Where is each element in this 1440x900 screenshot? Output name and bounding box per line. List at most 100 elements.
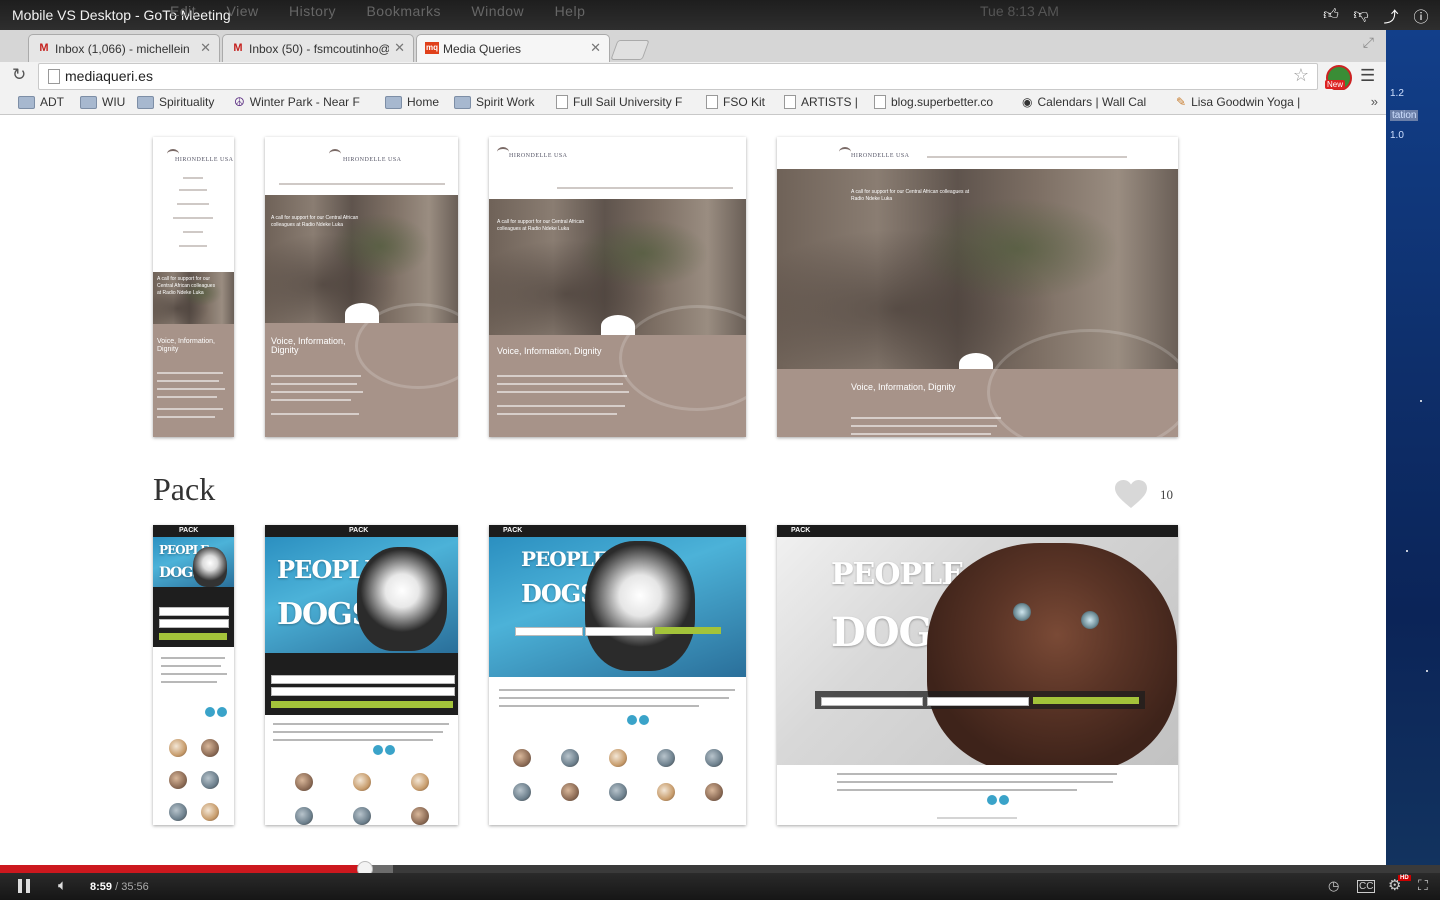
bookmarks-bar: ADT WIU Spirituality ☮ Winter Park - Near… [0, 90, 1386, 115]
volume-icon[interactable]: 🔈︎ [58, 877, 67, 894]
hirondelle-tagline: Voice, Information, Dignity [271, 336, 346, 355]
hd-badge: HD [1398, 875, 1411, 881]
pack-mobile-shot[interactable]: PACK PEOPLE DOGS [153, 525, 234, 825]
bookmark-spirit-work[interactable]: Spirit Work [454, 95, 534, 109]
tab-media-queries[interactable]: mq Media Queries ✕ [416, 34, 610, 63]
pack-navbar: PACK [777, 525, 1178, 537]
pack-logo: PACK [791, 527, 811, 534]
video-progress-bar[interactable] [0, 861, 1440, 877]
bookmark-home[interactable]: Home [385, 95, 439, 109]
bookmark-superbetter[interactable]: blog.superbetter.co [874, 95, 993, 109]
hirondelle-tagline: Voice, Information, Dignity [851, 382, 956, 392]
tab-label: Media Queries [443, 42, 522, 56]
page-content: HIRONDELLE USA A call for support for ou… [0, 115, 1386, 865]
tab-inbox-1[interactable]: M Inbox (1,066) - michellein ✕ [28, 34, 220, 63]
hirondelle-mobile-shot[interactable]: HIRONDELLE USA A call for support for ou… [153, 137, 234, 437]
bookmark-calendars[interactable]: ◉ Calendars | Wall Cal [1022, 95, 1146, 109]
pause-icon[interactable] [18, 879, 32, 893]
bookmark-fso-kit[interactable]: FSO Kit [706, 95, 765, 109]
like-count: 10 [1160, 487, 1173, 502]
like-icon[interactable]: 👍︎ [1322, 6, 1340, 27]
bookmark-label: blog.superbetter.co [891, 95, 994, 109]
ghost-menu-item: Edit [170, 3, 197, 19]
pack-navbar: PACK [153, 525, 234, 537]
hirondelle-laptop-shot[interactable]: HIRONDELLE USA A call for support for ou… [489, 137, 746, 437]
bookmark-wiu[interactable]: WIU [80, 95, 125, 109]
tab-inbox-2[interactable]: M Inbox (50) - fsmcoutinho@ ✕ [222, 34, 414, 63]
section-title-pack[interactable]: Pack [153, 471, 215, 508]
url-text[interactable]: mediaqueri.es [65, 68, 153, 84]
hirondelle-logo: HIRONDELLE USA [509, 153, 568, 159]
pack-tablet-shot[interactable]: PACK PEOPLE DOGS [265, 525, 458, 825]
media-queries-icon: mq [425, 42, 439, 54]
more-bookmarks-icon[interactable]: » [1371, 94, 1378, 109]
pack-navbar: PACK [489, 525, 746, 537]
pack-desktop-shot[interactable]: PACK PEOPLE DOGS [777, 525, 1178, 825]
close-icon[interactable]: ✕ [200, 40, 211, 56]
new-tab-button[interactable] [610, 40, 650, 60]
folder-icon [137, 95, 154, 109]
desktop-label: 1.0 [1390, 130, 1404, 141]
address-bar[interactable]: mediaqueri.es ☆ [38, 63, 1318, 90]
calendar-eye-icon: ◉ [1022, 95, 1033, 109]
hero-caption: A call for support for our Central Afric… [157, 276, 216, 296]
hero-text: PEOPLE [831, 557, 964, 592]
hirondelle-header: HIRONDELLE USA [153, 137, 234, 272]
page-icon [874, 95, 886, 109]
bookmark-label: FSO Kit [723, 95, 766, 109]
share-icon[interactable]: ⤴ [1382, 6, 1400, 27]
hamburger-menu-icon[interactable]: ☰ [1360, 66, 1375, 86]
reload-icon[interactable]: ↻ [12, 65, 26, 85]
captions-icon[interactable]: CC [1357, 880, 1376, 893]
bookmark-label: Full Sail University F [573, 95, 683, 109]
fullscreen-icon[interactable]: ⛶ [1418, 877, 1428, 894]
hirondelle-desktop-shot[interactable]: HIRONDELLE USA A call for support for ou… [777, 137, 1178, 437]
info-icon[interactable]: ⓘ [1412, 6, 1430, 27]
folder-icon [385, 95, 402, 109]
bookmark-label: Winter Park - Near F [249, 95, 360, 109]
heart-icon[interactable] [1114, 479, 1148, 509]
watch-later-icon[interactable]: ◷ [1328, 878, 1339, 894]
ghost-clock: Tue 8:13 AM [980, 3, 1059, 19]
pack-navbar: PACK [265, 525, 458, 537]
ghost-mac-menubar: Edit View History Bookmarks Window Help [170, 3, 611, 19]
progress-played [0, 865, 365, 873]
bookmark-label: ARTISTS | [801, 95, 858, 109]
bookmark-label: Calendars | Wall Cal [1037, 95, 1147, 109]
bookmark-artists[interactable]: ARTISTS | [784, 95, 858, 109]
ghost-menu-item: Bookmarks [366, 3, 441, 19]
pack-signup [265, 653, 458, 715]
fullscreen-icon[interactable]: ⤢ [1363, 34, 1374, 51]
hero-caption: A call for support for our Central Afric… [497, 219, 585, 232]
hirondelle-header: HIRONDELLE USA [777, 137, 1178, 169]
pack-logo: PACK [179, 527, 199, 534]
bookmark-label: ADT [40, 95, 64, 109]
dislike-icon[interactable]: 👎︎ [1352, 6, 1370, 27]
gmail-icon: M [39, 42, 49, 54]
video-time: 8:59 / 35:56 [90, 881, 149, 893]
bookmark-label: WIU [102, 95, 126, 109]
close-icon[interactable]: ✕ [590, 40, 601, 56]
close-icon[interactable]: ✕ [394, 40, 405, 56]
pack-hero: PEOPLE DOGS [777, 537, 1178, 765]
bookmark-lisa-goodwin[interactable]: ✎ Lisa Goodwin Yoga | [1176, 95, 1300, 109]
ghost-menu-item: Help [554, 3, 586, 19]
bookmark-label: Home [407, 95, 440, 109]
bookmark-spirituality[interactable]: Spirituality [137, 95, 214, 109]
hirondelle-hero: A call for support for our Central Afric… [153, 272, 234, 324]
desktop-label: tation [1390, 110, 1419, 121]
hirondelle-body: Voice, Information, Dignity [265, 303, 458, 437]
hirondelle-body: Voice, Information, Dignity [153, 324, 234, 437]
hirondelle-header: HIRONDELLE USA [265, 137, 458, 195]
bookmark-full-sail[interactable]: Full Sail University F [556, 95, 682, 109]
hirondelle-tablet-shot[interactable]: HIRONDELLE USA A call for support for ou… [265, 137, 458, 437]
hirondelle-tagline: Voice, Information, Dignity [497, 346, 602, 356]
bookmark-star-icon[interactable]: ☆ [1293, 65, 1309, 86]
pack-laptop-shot[interactable]: PACK PEOPLE DOGS [489, 525, 746, 825]
page-icon [48, 69, 60, 84]
bookmark-label: Lisa Goodwin Yoga | [1191, 95, 1301, 109]
folder-icon [80, 95, 97, 109]
bookmark-adt[interactable]: ADT [18, 95, 64, 109]
hirondelle-tagline: Voice, Information, Dignity [157, 338, 215, 353]
bookmark-winter-park[interactable]: ☮ Winter Park - Near F [234, 95, 360, 109]
